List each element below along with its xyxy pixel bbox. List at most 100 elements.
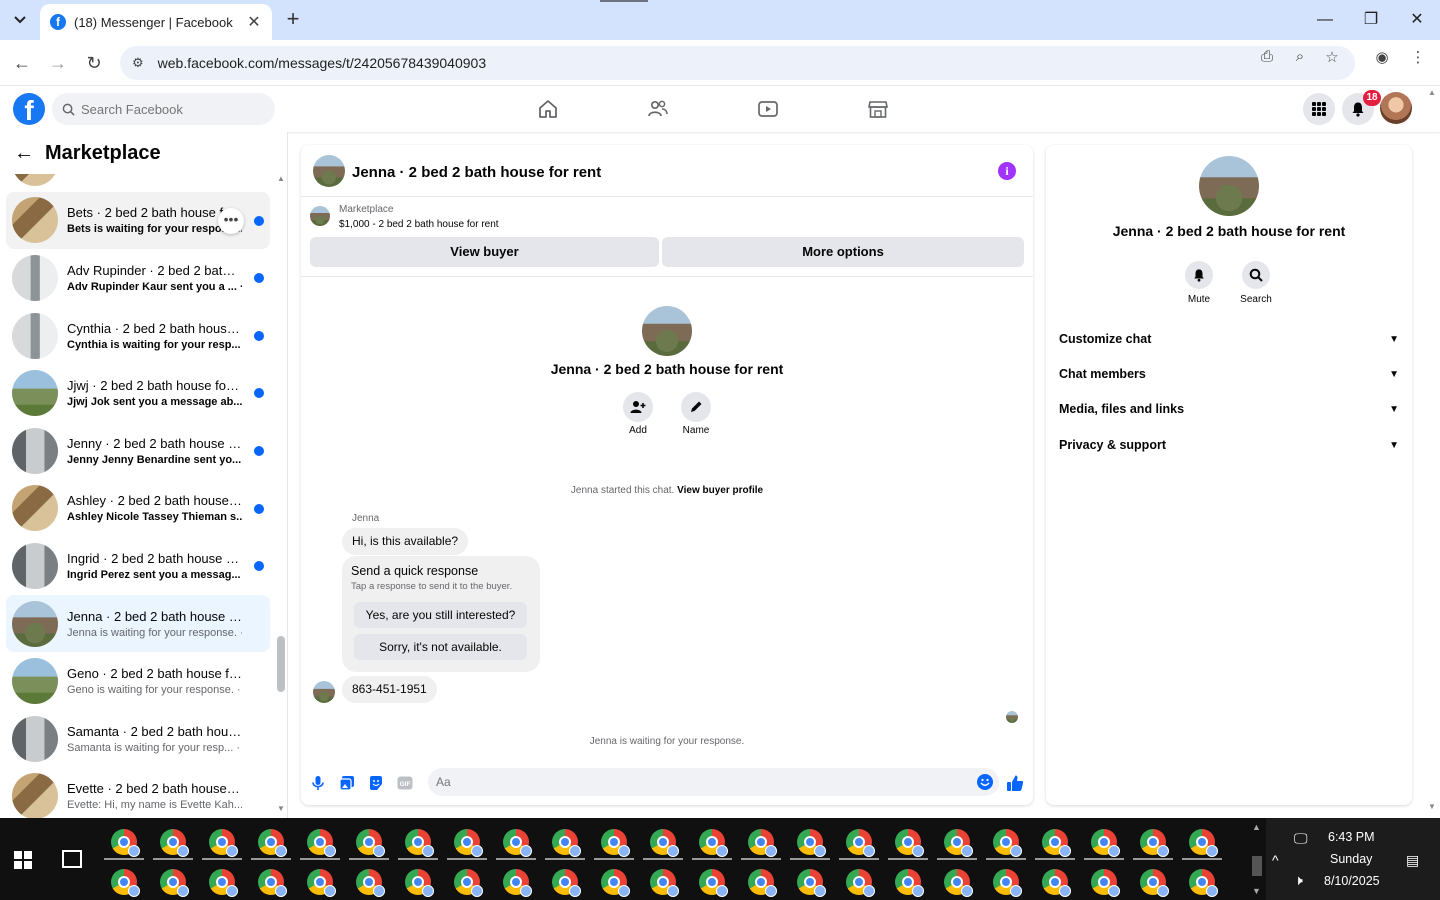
quick-response-sorry-button[interactable]: Sorry, it's not available. <box>354 634 527 660</box>
close-tab-icon[interactable]: ✕ <box>246 12 262 32</box>
chrome-app-icon[interactable] <box>258 869 287 897</box>
chrome-app-icon[interactable] <box>552 869 581 897</box>
scroll-down-icon[interactable]: ▼ <box>1252 886 1261 896</box>
conversation-item[interactable]: Geno · 2 bed 2 bath house for r... Geno i… <box>6 652 270 710</box>
emoji-icon[interactable] <box>977 774 993 790</box>
url-text[interactable]: web.facebook.com/messages/t/242056784390… <box>158 55 486 71</box>
chrome-app-icon[interactable] <box>209 869 238 897</box>
thumbs-up-icon[interactable] <box>1006 774 1024 792</box>
chrome-app-icon[interactable] <box>1140 829 1169 857</box>
chrome-app-icon[interactable] <box>1189 829 1218 857</box>
menu-grid-icon[interactable] <box>1303 93 1335 125</box>
chrome-app-icon[interactable] <box>944 829 973 857</box>
browser-menu-icon[interactable]: ⋮ <box>1408 48 1428 68</box>
zoom-icon[interactable]: ⌕ <box>1290 48 1310 68</box>
task-view-icon[interactable] <box>62 850 82 868</box>
chrome-app-icon[interactable] <box>454 869 483 897</box>
facebook-search[interactable] <box>52 93 275 125</box>
scroll-up-icon[interactable]: ▲ <box>1252 822 1261 832</box>
chrome-app-icon[interactable] <box>846 869 875 897</box>
conversation-item[interactable]: Samanta · 2 bed 2 bath house f... Samanta… <box>6 710 270 768</box>
chrome-app-icon[interactable] <box>552 829 581 857</box>
message-input-box[interactable] <box>428 768 999 796</box>
chrome-app-icon[interactable] <box>454 829 483 857</box>
site-info-icon[interactable]: ⚙ <box>132 55 144 71</box>
chrome-app-icon[interactable] <box>503 829 532 857</box>
friends-icon[interactable] <box>645 96 671 122</box>
install-app-icon[interactable]: ⎙ <box>1257 48 1277 68</box>
chrome-app-icon[interactable] <box>356 869 385 897</box>
clock-date[interactable]: 8/10/2025 <box>1324 874 1380 888</box>
back-icon[interactable]: ← <box>10 51 34 75</box>
conversation-item[interactable]: Jenny · 2 bed 2 bath house fo... Jenny Je… <box>6 422 270 480</box>
scrollbar-thumb[interactable] <box>277 636 285 692</box>
privacy-support-section[interactable]: Privacy & support ▼ <box>1059 435 1399 455</box>
chrome-app-icon[interactable] <box>748 869 777 897</box>
chrome-app-icon[interactable] <box>356 829 385 857</box>
notification-center-icon[interactable]: ▤ <box>1406 852 1419 869</box>
show-hidden-icons-icon[interactable]: ^ <box>1272 852 1279 868</box>
chrome-app-icon[interactable] <box>993 869 1022 897</box>
chrome-app-icon[interactable] <box>258 829 287 857</box>
view-buyer-profile-link[interactable]: View buyer profile <box>677 485 763 496</box>
video-icon[interactable] <box>755 96 781 122</box>
chrome-app-icon[interactable] <box>405 829 434 857</box>
conversation-item[interactable]: Jjwj · 2 bed 2 bath house for r... Jjwj J… <box>6 364 270 422</box>
volume-icon[interactable]: 🕨 <box>1294 872 1303 889</box>
gif-icon[interactable]: GIF <box>396 774 414 792</box>
back-arrow-icon[interactable]: ← <box>14 142 34 165</box>
chrome-app-icon[interactable] <box>1140 869 1169 897</box>
chrome-app-icon[interactable] <box>748 829 777 857</box>
address-bar[interactable]: ⚙ web.facebook.com/messages/t/2420567843… <box>120 46 1355 80</box>
home-icon[interactable] <box>535 96 561 122</box>
message-input[interactable] <box>436 775 956 789</box>
scroll-down-icon[interactable]: ▼ <box>1428 802 1436 811</box>
more-options-icon[interactable]: ••• <box>218 207 244 234</box>
tab-search-dropdown-icon[interactable] <box>6 8 34 32</box>
more-options-button[interactable]: More options <box>662 237 1024 267</box>
view-buyer-button[interactable]: View buyer <box>310 237 659 267</box>
microphone-icon[interactable] <box>309 774 327 792</box>
new-tab-button[interactable]: + <box>282 8 304 32</box>
chrome-app-icon[interactable] <box>503 869 532 897</box>
conversation-item[interactable]: Bets · 2 bed 2 bath house fo Bets is wait… <box>6 191 270 250</box>
chat-title[interactable]: Jenna · 2 bed 2 bath house for rent <box>352 164 601 181</box>
chrome-app-icon[interactable] <box>1042 869 1071 897</box>
conversation-item[interactable]: Evette · 2 bed 2 bath house for ... Evett… <box>6 768 270 818</box>
bookmark-star-icon[interactable]: ☆ <box>1322 48 1342 68</box>
account-avatar[interactable] <box>1380 92 1412 124</box>
scrollbar-thumb[interactable] <box>1252 856 1262 876</box>
clock-time[interactable]: 6:43 PM <box>1328 830 1375 844</box>
chrome-app-icon[interactable] <box>1042 829 1071 857</box>
chrome-app-icon[interactable] <box>797 829 826 857</box>
search-in-chat-button[interactable] <box>1242 261 1270 289</box>
conversation-item[interactable]: Ingrid · 2 bed 2 bath house fo... Ingrid … <box>6 537 270 595</box>
browser-tab[interactable]: f (18) Messenger | Facebook ✕ <box>40 4 272 40</box>
chrome-app-icon[interactable] <box>1091 829 1120 857</box>
chrome-app-icon[interactable] <box>895 829 924 857</box>
taskbar-scroll[interactable]: ▲ ▼ <box>1251 822 1263 898</box>
info-icon[interactable]: i <box>998 162 1016 180</box>
chrome-app-icon[interactable] <box>846 829 875 857</box>
chrome-app-icon[interactable] <box>895 869 924 897</box>
chrome-app-icon[interactable] <box>405 869 434 897</box>
quick-response-yes-button[interactable]: Yes, are you still interested? <box>354 602 527 628</box>
chrome-app-icon[interactable] <box>1091 869 1120 897</box>
add-people-button[interactable] <box>623 392 653 422</box>
reload-icon[interactable]: ↻ <box>82 51 106 75</box>
customize-chat-section[interactable]: Customize chat ▼ <box>1059 329 1399 349</box>
chrome-app-icon[interactable] <box>944 869 973 897</box>
chrome-app-icon[interactable] <box>111 829 140 857</box>
chrome-app-icon[interactable] <box>601 829 630 857</box>
conversation-item[interactable]: Ashley · 2 bed 2 bath house f... Ashley N… <box>6 480 270 538</box>
chrome-app-icon[interactable] <box>650 829 679 857</box>
chat-list-scrollbar[interactable]: ▲ ▼ <box>276 174 286 814</box>
chrome-app-icon[interactable] <box>307 869 336 897</box>
name-chat-button[interactable] <box>681 392 711 422</box>
chrome-app-icon[interactable] <box>111 869 140 897</box>
search-input[interactable] <box>81 101 261 117</box>
mute-button[interactable] <box>1185 261 1213 289</box>
media-files-links-section[interactable]: Media, files and links ▼ <box>1059 399 1399 419</box>
conversation-item[interactable]: Adv Rupinder · 2 bed 2 bath h... Adv Rupi… <box>6 249 270 307</box>
message-bubble[interactable]: Hi, is this available? <box>342 528 469 555</box>
